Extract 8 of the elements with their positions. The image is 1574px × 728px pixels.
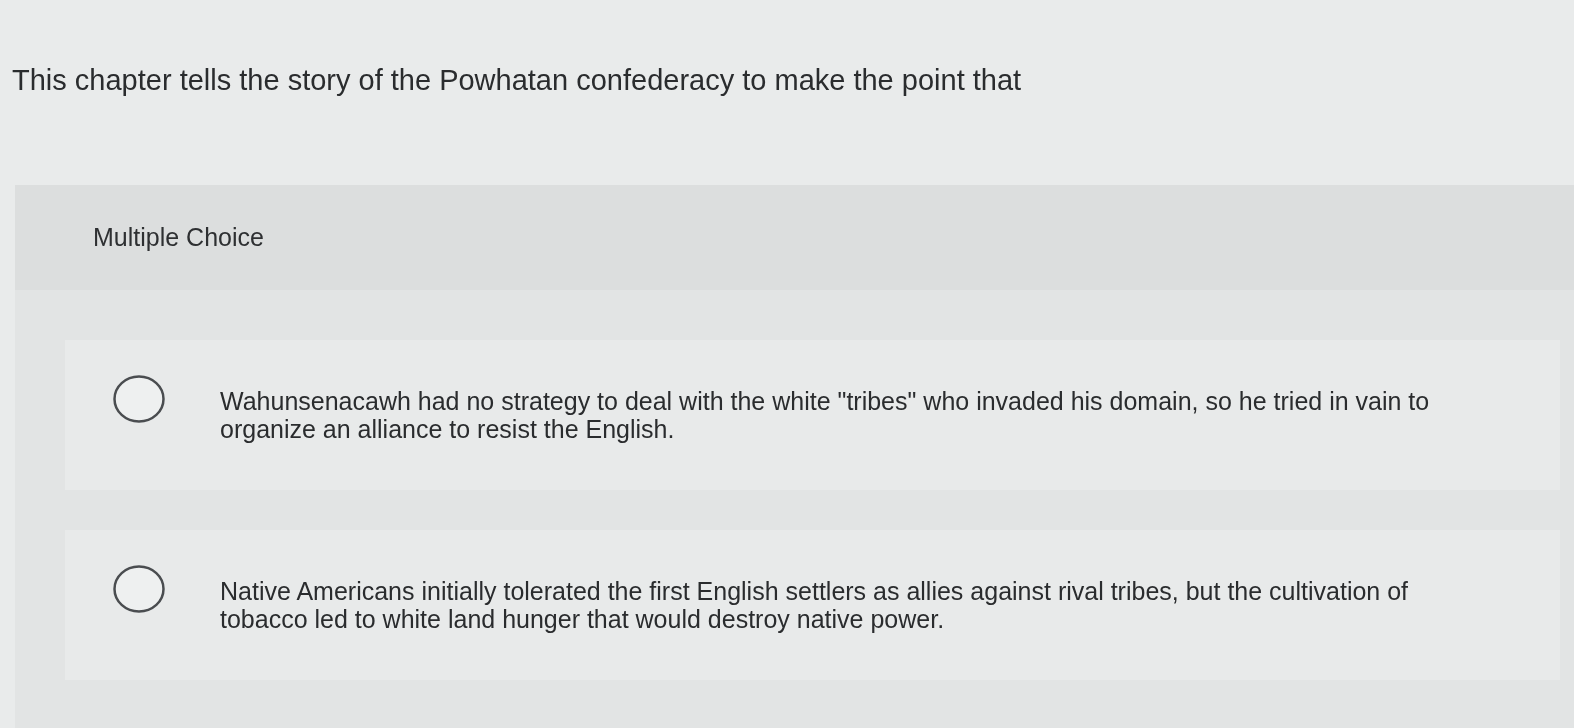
answer-option[interactable]: Wahunsenacawh had no strategy to deal with the white "tribes" who invaded his domain, so he tried in vain to organize an alliance to resist the English. — [65, 340, 1560, 490]
question-type-label: Multiple Choice — [93, 223, 264, 252]
answer-option[interactable]: Native Americans initially tolerated the first English settlers as allies against rival tribes, but the cultivation of tobacco led to white land hunger that would destroy native power. — [65, 530, 1560, 680]
radio-button[interactable] — [113, 375, 165, 423]
option-text: Wahunsenacawh had no strategy to deal with the white "tribes" who invaded his domain, so he tried in vain to organize an alliance to resist the English. — [220, 387, 1431, 443]
question-text: This chapter tells the story of the Powhatan confederacy to make the point that — [11, 63, 1022, 98]
option-text: Native Americans initially tolerated the first English settlers as allies against rival tribes, but the cultivation of tobacco led to white land hunger that would destroy native power. — [220, 577, 1410, 633]
radio-button[interactable] — [113, 565, 165, 613]
